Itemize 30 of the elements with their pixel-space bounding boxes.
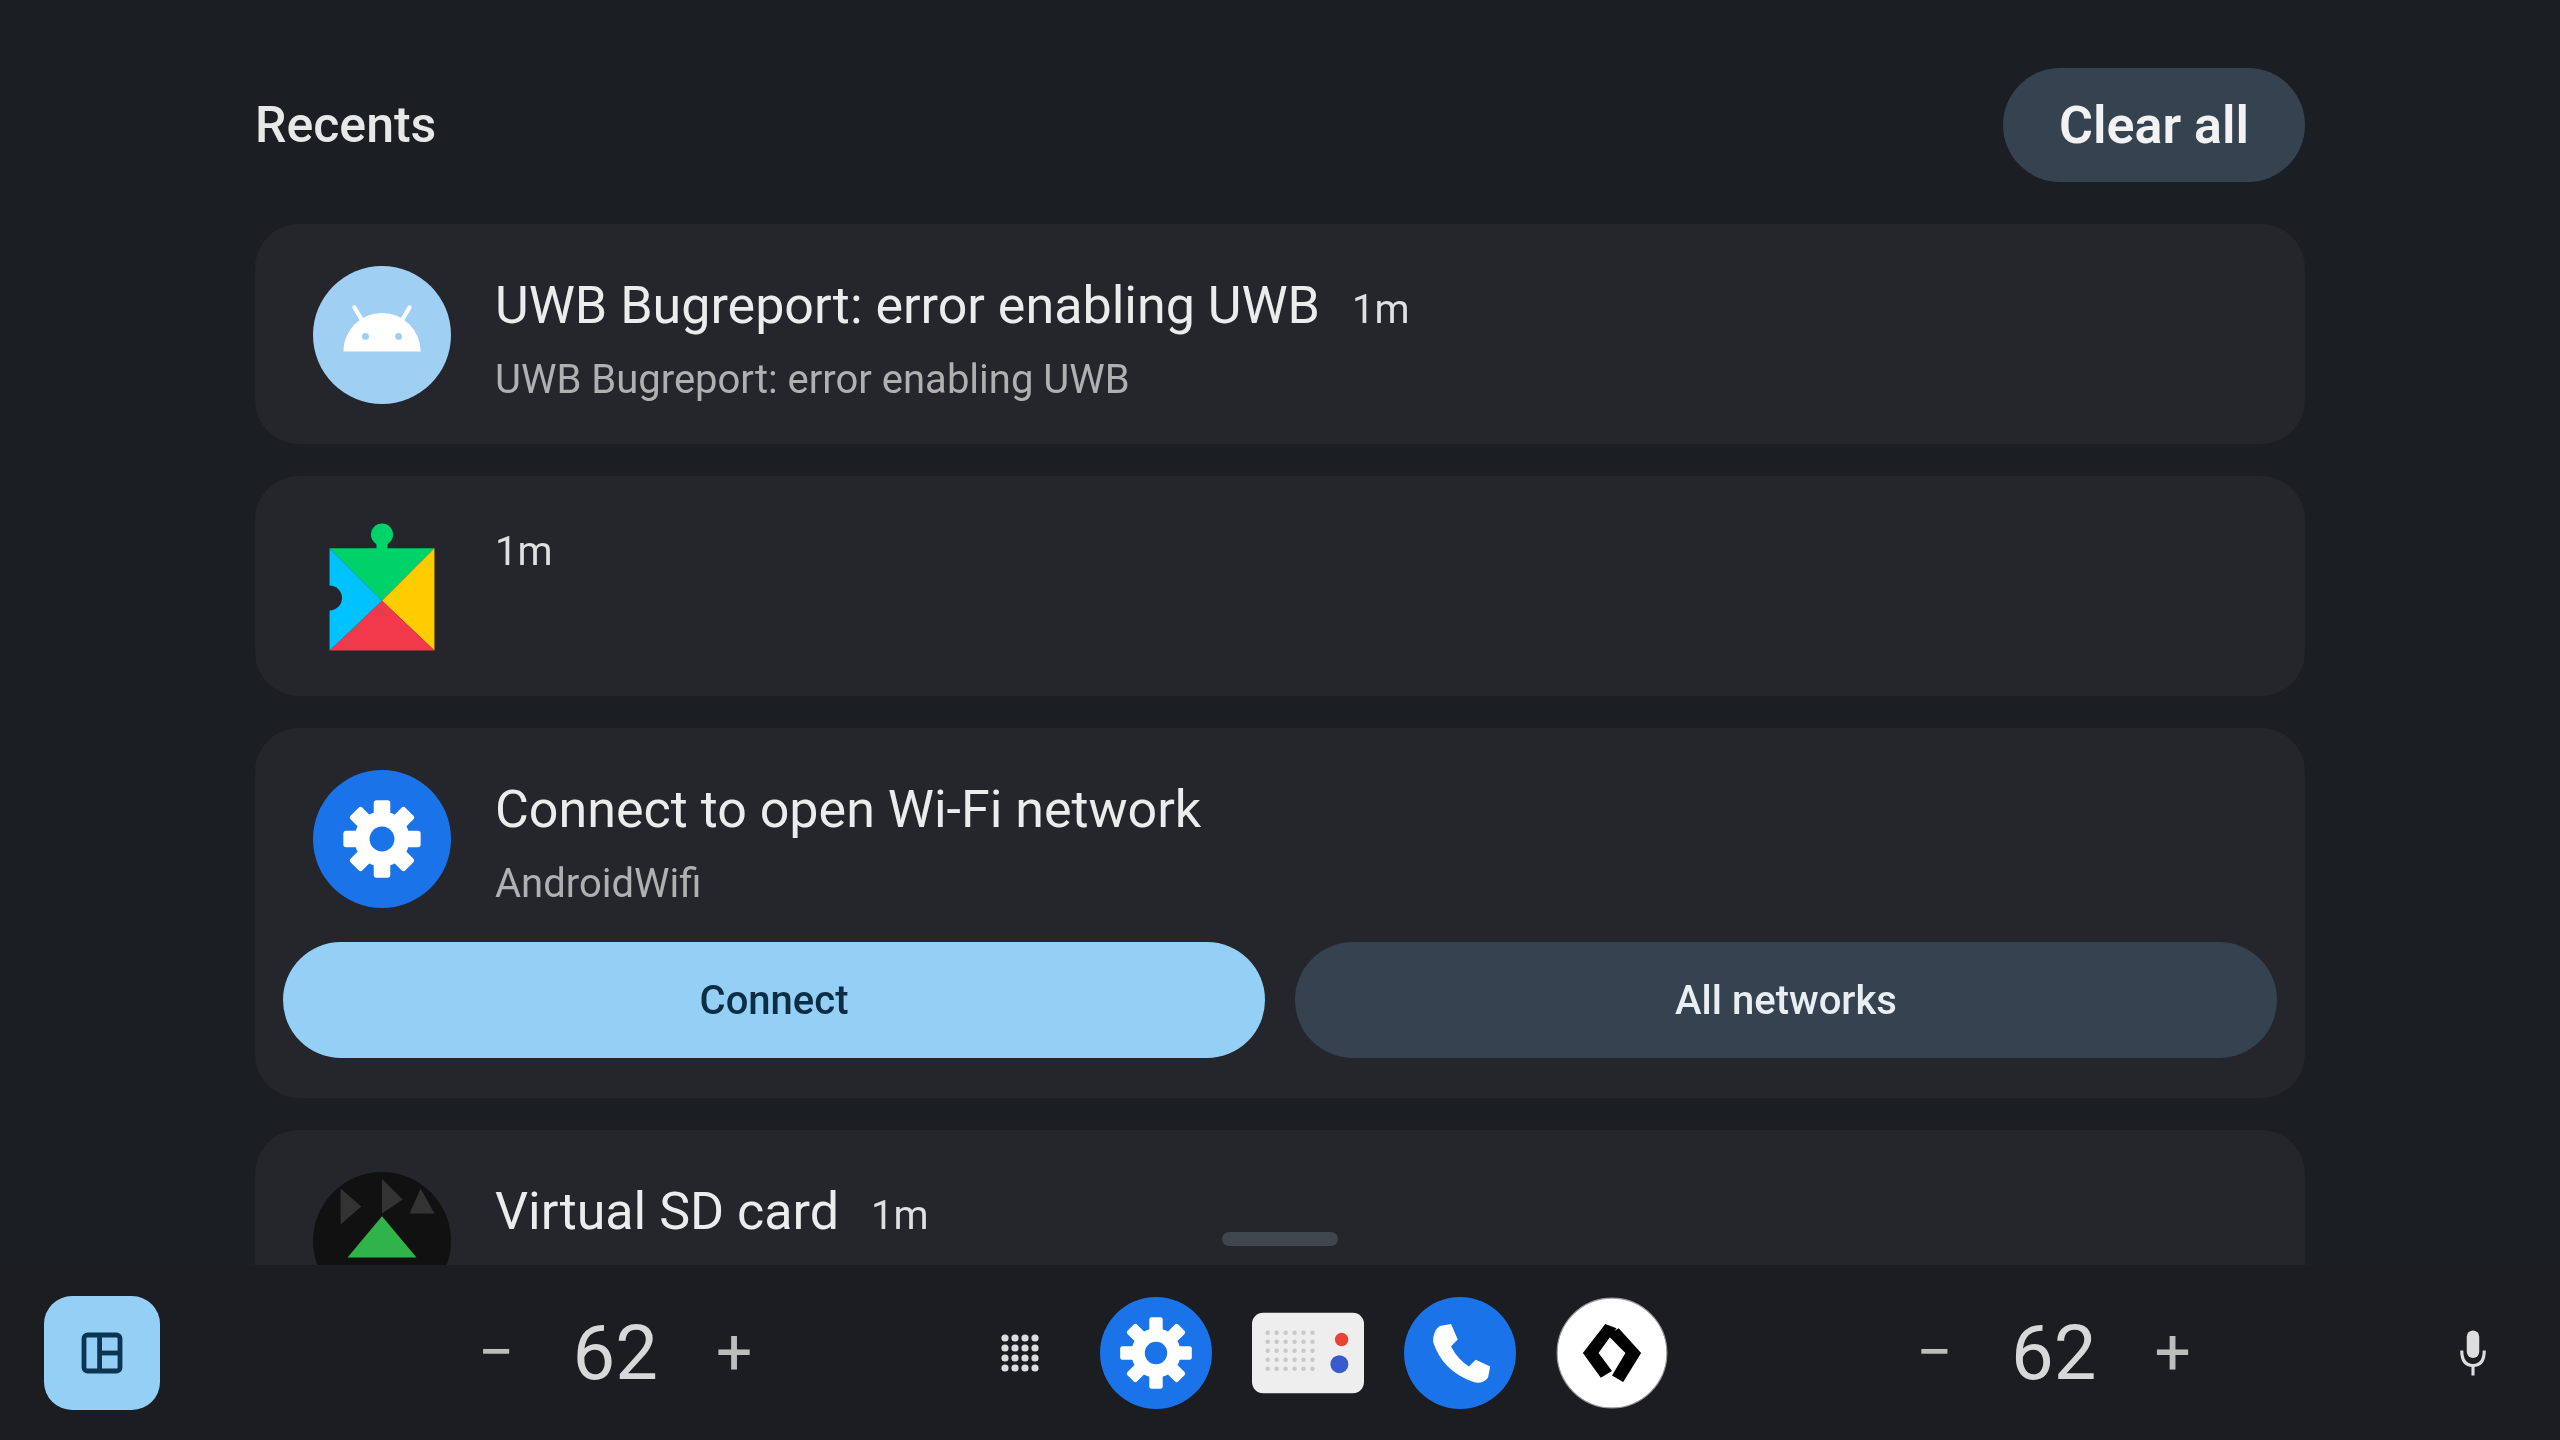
notification-text: UWB Bugreport: error enabling UWB — [495, 355, 1131, 403]
volume-down-button[interactable]: − — [1908, 1315, 1961, 1390]
volume-up-button[interactable]: + — [2146, 1315, 2199, 1390]
notification-card[interactable]: UWB Bugreport: error enabling UWB 1m UWB Bugreport: error enabling UWB — [255, 224, 2305, 444]
recents-title: Recents — [255, 96, 437, 154]
volume-down-button[interactable]: − — [470, 1315, 523, 1390]
notification-title: Virtual SD card — [495, 1182, 840, 1242]
notification-title: UWB Bugreport: error enabling UWB — [495, 276, 1320, 336]
notification-card[interactable]: 1m — [255, 476, 2305, 696]
notification-time: 1m — [495, 528, 553, 575]
android-app-icon — [313, 266, 451, 404]
action-button[interactable]: All networks — [1295, 942, 2277, 1058]
split-screen-button[interactable] — [44, 1295, 160, 1410]
app-grid-icon[interactable] — [1000, 1332, 1041, 1373]
notification-time: 1m — [1352, 286, 1410, 333]
phone-icon[interactable] — [1404, 1296, 1517, 1409]
volume-up-button[interactable]: + — [708, 1315, 761, 1390]
volume-value: 62 — [2010, 1307, 2097, 1398]
action-button[interactable]: Connect — [283, 942, 1265, 1058]
notification-title: Connect to open Wi-Fi network — [495, 780, 1202, 840]
drag-handle[interactable] — [1222, 1232, 1338, 1246]
notification-time: 1m — [871, 1192, 929, 1239]
chevron-logo-icon[interactable] — [1556, 1296, 1669, 1409]
notification-text: AndroidWifi — [495, 859, 703, 907]
settings-icon[interactable] — [1100, 1296, 1213, 1409]
notification-card[interactable]: Connect to open Wi-Fi network AndroidWifi Connect All networks — [255, 728, 2305, 1098]
notification-card[interactable]: Virtual SD card 1m — [255, 1130, 2305, 1265]
volume-value: 62 — [572, 1307, 659, 1398]
settings-icon — [313, 770, 451, 908]
clear-all-button[interactable]: Clear all — [2003, 68, 2305, 182]
